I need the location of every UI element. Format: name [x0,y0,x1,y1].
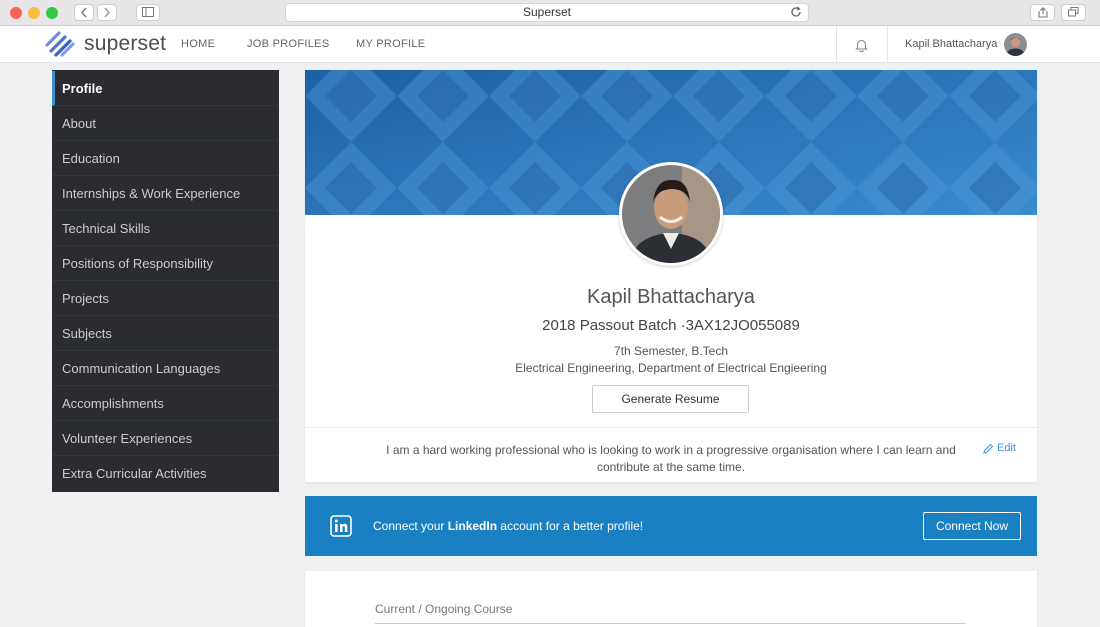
chevron-right-icon [104,7,110,18]
profile-bio: I am a hard working professional who is … [386,443,956,474]
nav-divider [887,26,888,63]
sidebar-item-about[interactable]: About [52,106,279,141]
profile-card: Kapil Bhattacharya 2018 Passout Batch ·3… [305,70,1037,482]
share-button[interactable] [1030,4,1055,21]
sidebar-toggle-button[interactable] [136,4,160,21]
share-icon [1037,7,1048,18]
sidebar-item-positions[interactable]: Positions of Responsibility [52,246,279,281]
linkedin-prompt: Connect your LinkedIn account for a bett… [373,519,644,533]
sidebar-item-projects[interactable]: Projects [52,281,279,316]
browser-chrome: Superset [0,0,1100,26]
sidebar-item-education[interactable]: Education [52,141,279,176]
generate-resume-button[interactable]: Generate Resume [592,385,749,413]
profile-sections-sidebar: Profile About Education Internships & Wo… [52,70,279,492]
tabs-icon [1068,7,1079,17]
avatar-person-icon [1004,33,1027,56]
profile-batch: 2018 Passout Batch ·3AX12JO055089 [542,317,800,334]
sidebar-item-subjects[interactable]: Subjects [52,316,279,351]
nav-my-profile-link[interactable]: MY PROFILE [356,38,425,50]
top-navbar: superset HOME JOB PROFILES MY PROFILE Ka… [0,26,1100,63]
profile-semester: 7th Semester, B.Tech [613,344,729,358]
linkedin-icon [330,515,352,537]
tabs-button[interactable] [1061,4,1086,21]
sidebar-item-languages[interactable]: Communication Languages [52,351,279,386]
address-text: Superset [522,5,572,19]
course-field-underline[interactable] [375,623,965,624]
profile-department: Electrical Engineering, Department of El… [515,361,827,375]
current-course-card: Current / Ongoing Course [305,571,1037,627]
linkedin-connect-banner: Connect your LinkedIn account for a bett… [305,496,1037,556]
user-name[interactable]: Kapil Bhattacharya [905,38,997,50]
brand-logo[interactable]: superset [44,30,166,58]
connect-linkedin-button[interactable]: Connect Now [923,512,1021,540]
sidebar-item-profile[interactable]: Profile [52,71,279,106]
brand-name: superset [84,32,167,55]
zoom-window-button[interactable] [46,7,58,19]
sidebar-item-accomplishments[interactable]: Accomplishments [52,386,279,421]
forward-button[interactable] [97,4,117,21]
minimize-window-button[interactable] [28,7,40,19]
nav-job-profiles-link[interactable]: JOB PROFILES [247,38,329,50]
card-divider [305,427,1037,428]
pencil-icon [983,443,994,454]
chevron-left-icon [81,7,87,18]
sidebar-item-technical-skills[interactable]: Technical Skills [52,211,279,246]
user-avatar[interactable] [1004,33,1027,56]
edit-label: Edit [997,442,1016,454]
edit-bio-link[interactable]: Edit [983,442,1016,454]
profile-name: Kapil Bhattacharya [587,286,755,308]
back-button[interactable] [74,4,94,21]
notification-bell-icon[interactable] [855,38,868,52]
reload-icon[interactable] [790,6,802,18]
close-window-button[interactable] [10,7,22,19]
sidebar-item-volunteer[interactable]: Volunteer Experiences [52,421,279,456]
sidebar-item-internships[interactable]: Internships & Work Experience [52,176,279,211]
course-field-label: Current / Ongoing Course [375,602,513,616]
sidebar-icon [142,7,154,17]
nav-divider [836,26,837,63]
address-bar[interactable]: Superset [285,3,809,22]
nav-home-link[interactable]: HOME [181,38,215,50]
sidebar-item-extra-curricular[interactable]: Extra Curricular Activities [52,456,279,491]
profile-person-icon [622,165,720,263]
superset-logo-icon [45,31,75,57]
profile-photo[interactable] [619,162,723,266]
